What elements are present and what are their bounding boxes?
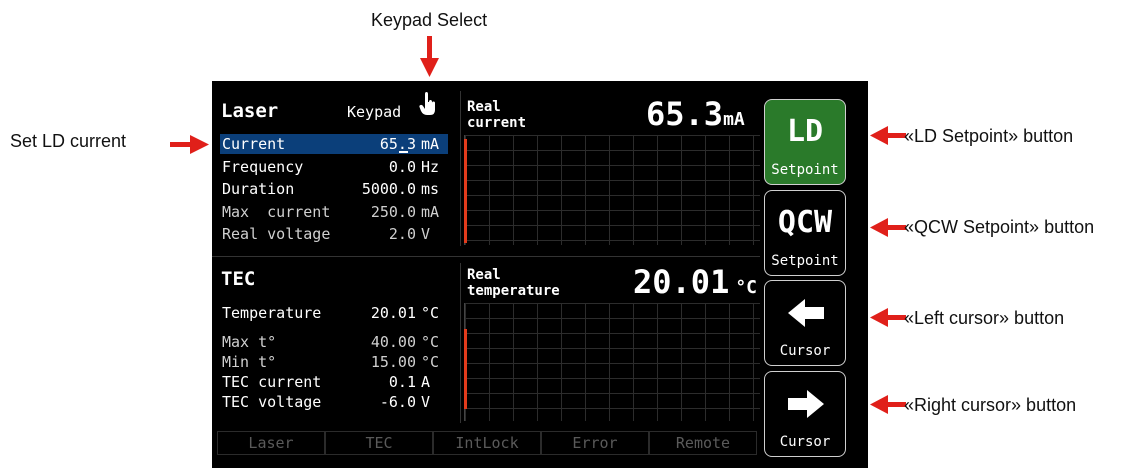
status-laser: Laser bbox=[217, 431, 325, 455]
row-value: 65.3 bbox=[379, 135, 416, 153]
button-main-label: LD bbox=[786, 114, 824, 149]
row-unit: V bbox=[421, 225, 431, 243]
left-arrow-icon bbox=[870, 126, 906, 145]
set-ld-current-annotation: Set LD current bbox=[10, 131, 127, 151]
down-arrow-icon bbox=[420, 36, 439, 77]
laser-title: Laser bbox=[221, 100, 279, 122]
row-label: Real voltage bbox=[222, 225, 331, 243]
tec-row-max-t[interactable]: Max t° 40.00 °C bbox=[220, 332, 448, 352]
hand-pointer-icon[interactable] bbox=[419, 92, 437, 116]
row-value: 5000.0 bbox=[361, 180, 416, 198]
laser-row-max-current[interactable]: Max current 250.0 mA bbox=[220, 202, 448, 222]
row-value: 0.1 bbox=[388, 373, 416, 391]
qcw-setpoint-button[interactable]: QCW Setpoint bbox=[764, 190, 846, 276]
left-arrow-icon bbox=[870, 218, 906, 237]
real-current-value: 65.3mA bbox=[646, 95, 745, 133]
status-bar: Laser TEC IntLock Error Remote bbox=[217, 431, 757, 455]
row-unit: °C bbox=[421, 333, 440, 351]
button-sub-label: Setpoint bbox=[771, 162, 839, 178]
arrow-left-icon bbox=[788, 299, 824, 327]
status-remote: Remote bbox=[649, 431, 757, 455]
real-label-line: temperature bbox=[467, 283, 560, 299]
left-cursor-button[interactable]: Cursor bbox=[764, 280, 846, 366]
row-unit: A bbox=[421, 373, 431, 391]
current-trend-graph bbox=[464, 135, 760, 245]
right-cursor-button[interactable]: Cursor bbox=[764, 371, 846, 457]
tec-row-temperature[interactable]: Temperature 20.01 °C bbox=[220, 303, 448, 323]
status-error: Error bbox=[541, 431, 649, 455]
ld-setpoint-annotation: «LD Setpoint» button bbox=[904, 126, 1074, 146]
row-unit: °C bbox=[421, 304, 440, 322]
tec-row-voltage: TEC voltage -6.0 V bbox=[220, 392, 448, 412]
left-arrow-icon bbox=[870, 308, 906, 327]
status-intlock: IntLock bbox=[433, 431, 541, 455]
real-temperature-label: Real temperature bbox=[467, 267, 560, 299]
row-value: 15.00 bbox=[370, 353, 416, 371]
status-tec: TEC bbox=[325, 431, 433, 455]
row-label: Max current bbox=[222, 203, 331, 221]
button-main-label: QCW bbox=[777, 205, 833, 240]
row-value: 20.01 bbox=[370, 304, 416, 322]
button-sub-label: Setpoint bbox=[771, 253, 839, 269]
row-value: 2.0 bbox=[388, 225, 416, 243]
row-unit: mA bbox=[421, 135, 440, 153]
big-value: 65.3 bbox=[646, 95, 724, 133]
tec-title: TEC bbox=[221, 268, 256, 290]
current-level-bar bbox=[464, 139, 467, 243]
row-unit: Hz bbox=[421, 158, 440, 176]
qcw-setpoint-annotation: «QCW Setpoint» button bbox=[904, 217, 1095, 237]
tec-row-min-t[interactable]: Min t° 15.00 °C bbox=[220, 352, 448, 372]
row-unit: ms bbox=[421, 180, 440, 198]
big-unit: °C bbox=[735, 277, 758, 298]
vertical-divider bbox=[460, 91, 461, 246]
big-value: 20.01 bbox=[633, 263, 730, 301]
laser-row-current[interactable]: Current 65.3 mA bbox=[220, 134, 448, 154]
row-label: Min t° bbox=[222, 353, 277, 371]
row-unit: V bbox=[421, 393, 431, 411]
row-label: Frequency bbox=[222, 158, 304, 176]
digit-cursor bbox=[399, 151, 408, 153]
tec-row-current: TEC current 0.1 A bbox=[220, 372, 448, 392]
right-cursor-annotation: «Right cursor» button bbox=[904, 395, 1077, 415]
row-label: Max t° bbox=[222, 333, 277, 351]
row-unit: mA bbox=[421, 203, 440, 221]
button-sub-label: Cursor bbox=[779, 343, 831, 359]
row-label: Duration bbox=[222, 180, 295, 198]
arrow-right-icon bbox=[788, 390, 824, 418]
temperature-trend-graph bbox=[464, 303, 760, 421]
row-label: Current bbox=[222, 135, 286, 153]
row-value: 40.00 bbox=[370, 333, 416, 351]
left-arrow-icon bbox=[870, 395, 906, 414]
real-label-line: Real bbox=[467, 99, 501, 115]
button-sub-label: Cursor bbox=[779, 434, 831, 450]
big-unit: mA bbox=[723, 109, 745, 130]
row-label: TEC current bbox=[222, 373, 322, 391]
keypad-label: Keypad bbox=[347, 103, 402, 121]
real-label-line: current bbox=[467, 115, 527, 131]
row-label: Temperature bbox=[222, 304, 322, 322]
horizontal-divider bbox=[212, 256, 760, 257]
device-screen: Laser Keypad Current 65.3 mA Frequency 0… bbox=[212, 81, 868, 468]
real-current-label: Real current bbox=[467, 99, 526, 131]
row-value: -6.0 bbox=[379, 393, 416, 411]
laser-row-frequency[interactable]: Frequency 0.0 Hz bbox=[220, 157, 448, 177]
row-value: 0.0 bbox=[388, 158, 416, 176]
laser-row-duration[interactable]: Duration 5000.0 ms bbox=[220, 179, 448, 199]
row-unit: °C bbox=[421, 353, 440, 371]
right-arrow-icon bbox=[170, 135, 209, 154]
vertical-divider bbox=[460, 263, 461, 423]
left-cursor-annotation: «Left cursor» button bbox=[904, 308, 1065, 328]
real-temperature-value: 20.01 °C bbox=[633, 263, 757, 301]
laser-row-real-voltage: Real voltage 2.0 V bbox=[220, 224, 448, 244]
ld-setpoint-button[interactable]: LD Setpoint bbox=[764, 99, 846, 185]
real-label-line: Real bbox=[467, 267, 501, 283]
keypad-select-annotation: Keypad Select bbox=[371, 10, 488, 30]
temperature-level-bar bbox=[464, 329, 467, 409]
row-value: 250.0 bbox=[370, 203, 416, 221]
row-label: TEC voltage bbox=[222, 393, 322, 411]
